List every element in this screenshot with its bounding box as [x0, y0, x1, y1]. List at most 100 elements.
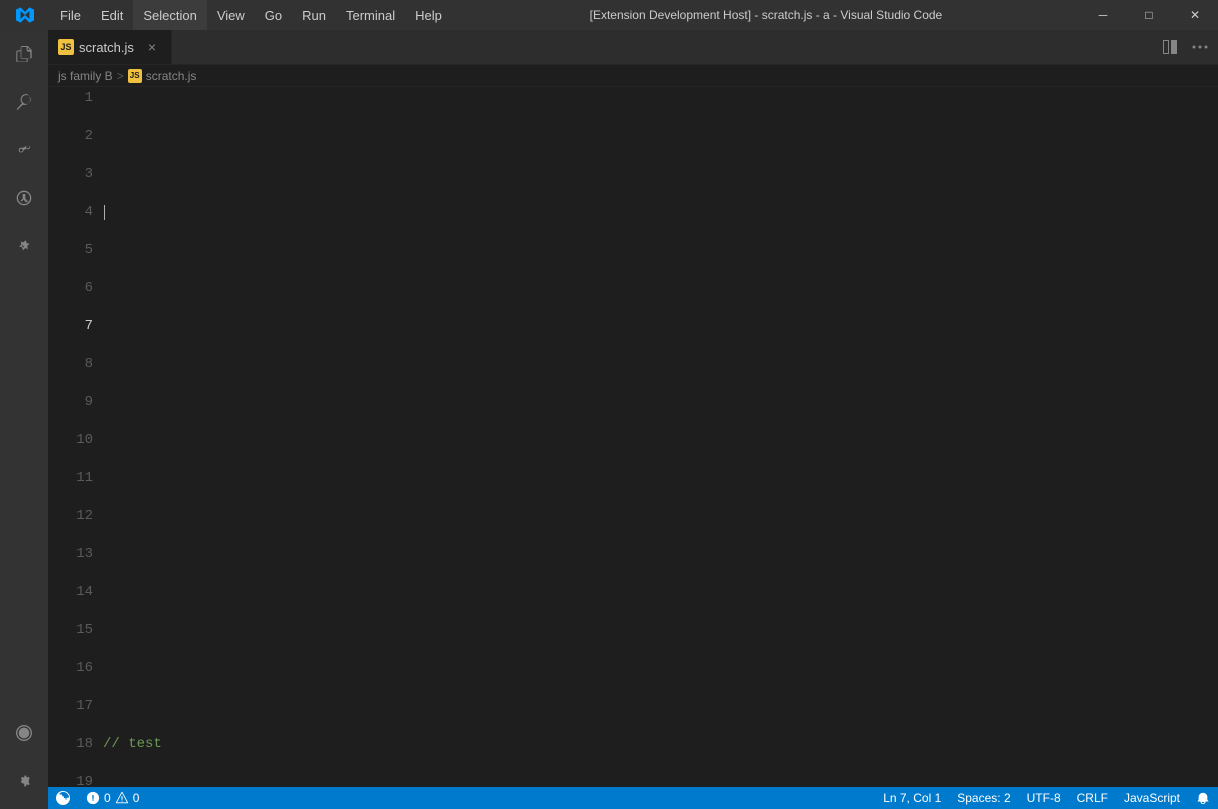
activity-source-control[interactable] [0, 126, 48, 174]
line-number-9: 9 [48, 393, 93, 412]
activity-search[interactable] [0, 78, 48, 126]
menu-selection[interactable]: Selection [133, 0, 206, 30]
code-line-29 [103, 621, 1208, 640]
activity-explorer[interactable] [0, 30, 48, 78]
status-position[interactable]: Ln 7, Col 1 [875, 787, 949, 809]
menu-go[interactable]: Go [255, 0, 292, 30]
line-number-1: 1 [48, 89, 93, 108]
code-editor[interactable]: 1234567891011121314151617181920212223242… [48, 87, 1218, 787]
menu-run[interactable]: Run [292, 0, 336, 30]
tab-close-button[interactable]: × [143, 38, 161, 56]
maximize-button[interactable]: □ [1126, 0, 1172, 30]
status-spaces[interactable]: Spaces: 2 [949, 787, 1018, 809]
status-encoding[interactable]: UTF-8 [1019, 787, 1069, 809]
code-line-24 [103, 526, 1208, 545]
code-line-32 [103, 678, 1208, 697]
code-line-31 [103, 659, 1208, 678]
code-line-4 [103, 146, 1208, 165]
code-line-10 [103, 260, 1208, 279]
breadcrumb-folder-name: js family B [58, 69, 113, 83]
minimize-button[interactable]: ─ [1080, 0, 1126, 30]
tab-scratch-js[interactable]: JS scratch.js × [48, 30, 172, 64]
line-number-13: 13 [48, 545, 93, 564]
line-number-19: 19 [48, 773, 93, 787]
status-remote[interactable] [48, 787, 78, 809]
code-line-27 [103, 583, 1208, 602]
menu-edit[interactable]: Edit [91, 0, 133, 30]
line-numbers: 1234567891011121314151617181920212223242… [48, 87, 103, 787]
more-actions-button[interactable] [1186, 33, 1214, 61]
menu-file[interactable]: File [50, 0, 91, 30]
line-number-4: 4 [48, 203, 93, 222]
scrollbar[interactable] [1208, 87, 1218, 787]
line-number-10: 10 [48, 431, 93, 450]
code-line-25 [103, 545, 1208, 564]
code-line-13 [103, 317, 1208, 336]
status-notifications[interactable] [1188, 787, 1218, 809]
code-line-14 [103, 336, 1208, 355]
line-number-17: 17 [48, 697, 93, 716]
line-number-8: 8 [48, 355, 93, 374]
line-number-5: 5 [48, 241, 93, 260]
line-number-7: 7 [48, 317, 93, 336]
line-number-16: 16 [48, 659, 93, 678]
tab-file-icon: JS [58, 39, 74, 55]
code-line-19 [103, 431, 1208, 450]
code-content[interactable]: // test [103, 87, 1208, 787]
warning-count: 0 [133, 791, 140, 805]
activity-run-debug[interactable] [0, 174, 48, 222]
text-cursor [104, 205, 105, 220]
code-line-34 [103, 716, 1208, 735]
activity-settings[interactable] [0, 757, 48, 805]
breadcrumb-folder[interactable]: js family B [58, 69, 113, 83]
breadcrumb-file-icon: JS [128, 69, 142, 83]
code-line-28 [103, 602, 1208, 621]
breadcrumb-file[interactable]: JS scratch.js [128, 69, 197, 83]
menu-view[interactable]: View [207, 0, 255, 30]
code-line-35: // test [103, 735, 1208, 754]
code-line-2 [103, 108, 1208, 127]
code-line-21 [103, 469, 1208, 488]
tab-bar: JS scratch.js × [48, 30, 1218, 65]
status-eol[interactable]: CRLF [1069, 787, 1116, 809]
line-number-11: 11 [48, 469, 93, 488]
tab-actions [1156, 30, 1218, 64]
status-language[interactable]: JavaScript [1116, 787, 1188, 809]
editor-area: JS scratch.js × j [48, 30, 1218, 809]
status-bar-right: Ln 7, Col 1 Spaces: 2 UTF-8 CRLF JavaScr… [875, 787, 1218, 809]
activity-extensions[interactable] [0, 222, 48, 270]
code-line-3 [103, 127, 1208, 146]
code-line-7 [103, 203, 1208, 222]
line-number-14: 14 [48, 583, 93, 602]
code-line-17 [103, 393, 1208, 412]
breadcrumb-separator-1: > [117, 69, 124, 83]
code-line-18 [103, 412, 1208, 431]
line-number-18: 18 [48, 735, 93, 754]
code-line-23 [103, 507, 1208, 526]
line-number-3: 3 [48, 165, 93, 184]
code-line-9 [103, 241, 1208, 260]
code-line-1 [103, 89, 1208, 108]
breadcrumb: js family B > JS scratch.js [48, 65, 1218, 87]
line-number-15: 15 [48, 621, 93, 640]
menu-terminal[interactable]: Terminal [336, 0, 405, 30]
line-number-2: 2 [48, 127, 93, 146]
main-layout: JS scratch.js × j [0, 30, 1218, 809]
line-number-6: 6 [48, 279, 93, 298]
status-errors[interactable]: 0 0 [78, 787, 147, 809]
titlebar: File Edit Selection View Go Run Terminal… [0, 0, 1218, 30]
window-controls: ─ □ ✕ [1080, 0, 1218, 30]
code-line-11 [103, 279, 1208, 298]
code-line-5 [103, 165, 1208, 184]
code-line-20 [103, 450, 1208, 469]
close-button[interactable]: ✕ [1172, 0, 1218, 30]
menu-help[interactable]: Help [405, 0, 452, 30]
window-title: [Extension Development Host] - scratch.j… [452, 8, 1080, 22]
code-line-6 [103, 184, 1208, 203]
split-editor-button[interactable] [1156, 33, 1184, 61]
code-line-26 [103, 564, 1208, 583]
titlebar-left: File Edit Selection View Go Run Terminal… [0, 0, 452, 30]
code-line-12 [103, 298, 1208, 317]
activity-remote[interactable] [0, 709, 48, 757]
status-bar-left: 0 0 [48, 787, 147, 809]
